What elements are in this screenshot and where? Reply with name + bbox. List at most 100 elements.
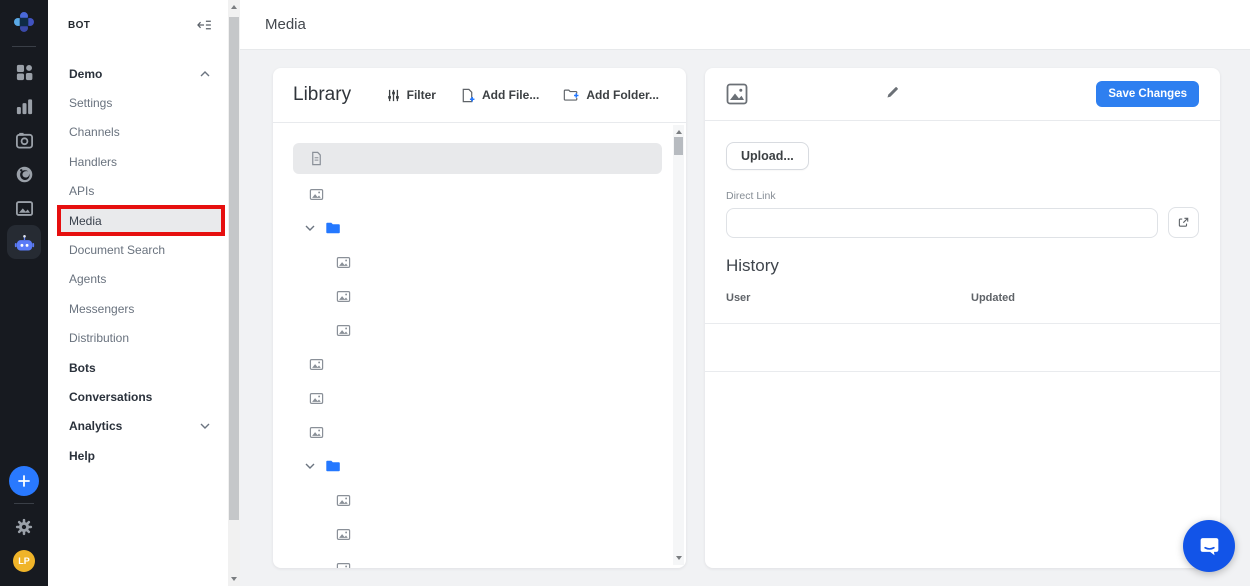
add-folder-label: Add Folder... [586,88,659,102]
bot-icon[interactable] [0,225,48,259]
divider [705,371,1220,372]
image-icon [336,561,351,569]
tree-item-image[interactable] [293,245,662,279]
filter-button[interactable]: Filter [387,88,436,103]
automation-swirl-icon[interactable] [0,157,48,191]
sidebar-nav-list: Demo Settings Channels Handlers APIs Media Doc… [48,50,228,470]
history-table-header: User Updated [726,292,1199,306]
add-folder-button[interactable]: Add Folder... [563,88,659,103]
tree-item-folder[interactable] [293,449,662,483]
tree-scrollbar[interactable] [673,125,684,565]
chevron-down-icon [305,225,315,231]
divider [705,323,1220,324]
camera-icon[interactable] [0,123,48,157]
image-icon [336,289,351,304]
add-new-button[interactable] [9,466,39,496]
sidebar-item-label: Agents [69,272,106,286]
image-icon [336,323,351,338]
sidebar-item-conversations[interactable]: Conversations [48,382,228,411]
sidebar-item-label: Demo [69,67,102,81]
edit-pencil-icon[interactable] [886,86,899,102]
add-file-icon [460,88,475,103]
direct-link-row [726,207,1199,238]
image-icon [336,493,351,508]
sidebar-item-label: Channels [69,125,120,139]
tree-item-image[interactable] [293,313,662,347]
history-title: History [726,256,1199,276]
sidebar-item-messengers[interactable]: Messengers [48,294,228,323]
tree-item-image[interactable] [293,517,662,551]
scrollbar-thumb[interactable] [229,17,239,520]
tree-item-image[interactable] [293,347,662,381]
sidebar-item-analytics[interactable]: Analytics [48,412,228,441]
scroll-up-arrow[interactable] [228,0,240,14]
library-header: Library Filter Add File. [273,68,686,123]
sidebar-item-label: APIs [69,184,94,198]
collapse-sidebar-icon[interactable] [197,19,212,34]
app-logo-icon[interactable] [13,11,35,33]
image-icon [309,187,324,202]
sidebar-item-label: Document Search [69,243,165,257]
add-file-button[interactable]: Add File... [460,88,539,103]
scroll-down-arrow[interactable] [673,551,684,565]
page-title: Media [265,16,306,33]
image-icon [309,425,324,440]
scrollbar-thumb[interactable] [674,137,683,155]
sidebar-item-label: Settings [69,96,112,110]
tree-item-image[interactable] [293,381,662,415]
tree-item-folder[interactable] [293,211,662,245]
sidebar-item-agents[interactable]: Agents [48,265,228,294]
direct-link-input[interactable] [726,208,1158,238]
filter-sliders-icon [387,89,400,102]
image-icon [309,391,324,406]
sidebar-item-label: Help [69,449,95,463]
sidebar-item-media[interactable]: Media [48,206,228,235]
sidebar-item-document-search[interactable]: Document Search [48,235,228,264]
sidebar-item-label: Distribution [69,331,129,345]
tree-item-image[interactable] [293,551,662,568]
folder-icon [325,221,341,235]
settings-gear-icon[interactable] [0,510,48,544]
nav-sidebar: BOT DemoSettingsChannelsHandlersAPIsMedi… [48,0,228,586]
file-icon [309,151,324,166]
rail-divider [14,503,34,504]
dashboard-icon[interactable] [0,55,48,89]
sidebar-item-demo[interactable]: Demo [48,59,228,88]
detail-body: Upload... Direct Link History User Updat… [705,121,1220,372]
sidebar-item-apis[interactable]: APIs [48,177,228,206]
sidebar-item-distribution[interactable]: Distribution [48,324,228,353]
image-icon [309,357,324,372]
media-image-icon[interactable] [0,191,48,225]
sidebar-item-label: Analytics [69,419,122,433]
media-detail-panel: Save Changes Upload... Direct Link Histo… [705,68,1220,568]
image-icon [336,527,351,542]
sidebar-item-label: Messengers [69,302,134,316]
sidebar-item-label: Media [69,214,102,228]
intercom-chat-button[interactable] [1183,520,1235,572]
tree-item-image[interactable] [293,415,662,449]
tree-item-image[interactable] [293,483,662,517]
selected-media-image-icon [726,83,748,105]
top-bar: Media [240,0,1250,50]
tree-item-image[interactable] [293,279,662,313]
open-external-link-button[interactable] [1168,207,1199,238]
scroll-down-arrow[interactable] [228,572,240,586]
sidebar-item-channels[interactable]: Channels [48,118,228,147]
sidebar-item-handlers[interactable]: Handlers [48,147,228,176]
bar-chart-icon[interactable] [0,89,48,123]
sidebar-item-help[interactable]: Help [48,441,228,470]
library-actions: Filter Add File... Add Folder... [387,88,659,103]
save-changes-button[interactable]: Save Changes [1096,81,1199,107]
image-icon [336,255,351,270]
detail-header: Save Changes [705,68,1220,121]
tree-item-image[interactable] [293,177,662,211]
sidebar-item-settings[interactable]: Settings [48,88,228,117]
sidebar-item-bots[interactable]: Bots [48,353,228,382]
sidebar-scrollbar[interactable] [228,0,240,586]
chevron-down-icon [305,463,315,469]
upload-button[interactable]: Upload... [726,142,809,170]
chevron-down-icon [200,423,210,429]
user-avatar[interactable]: LP [13,550,35,572]
tree-item-file[interactable] [293,143,662,174]
icon-rail: LP [0,0,48,586]
